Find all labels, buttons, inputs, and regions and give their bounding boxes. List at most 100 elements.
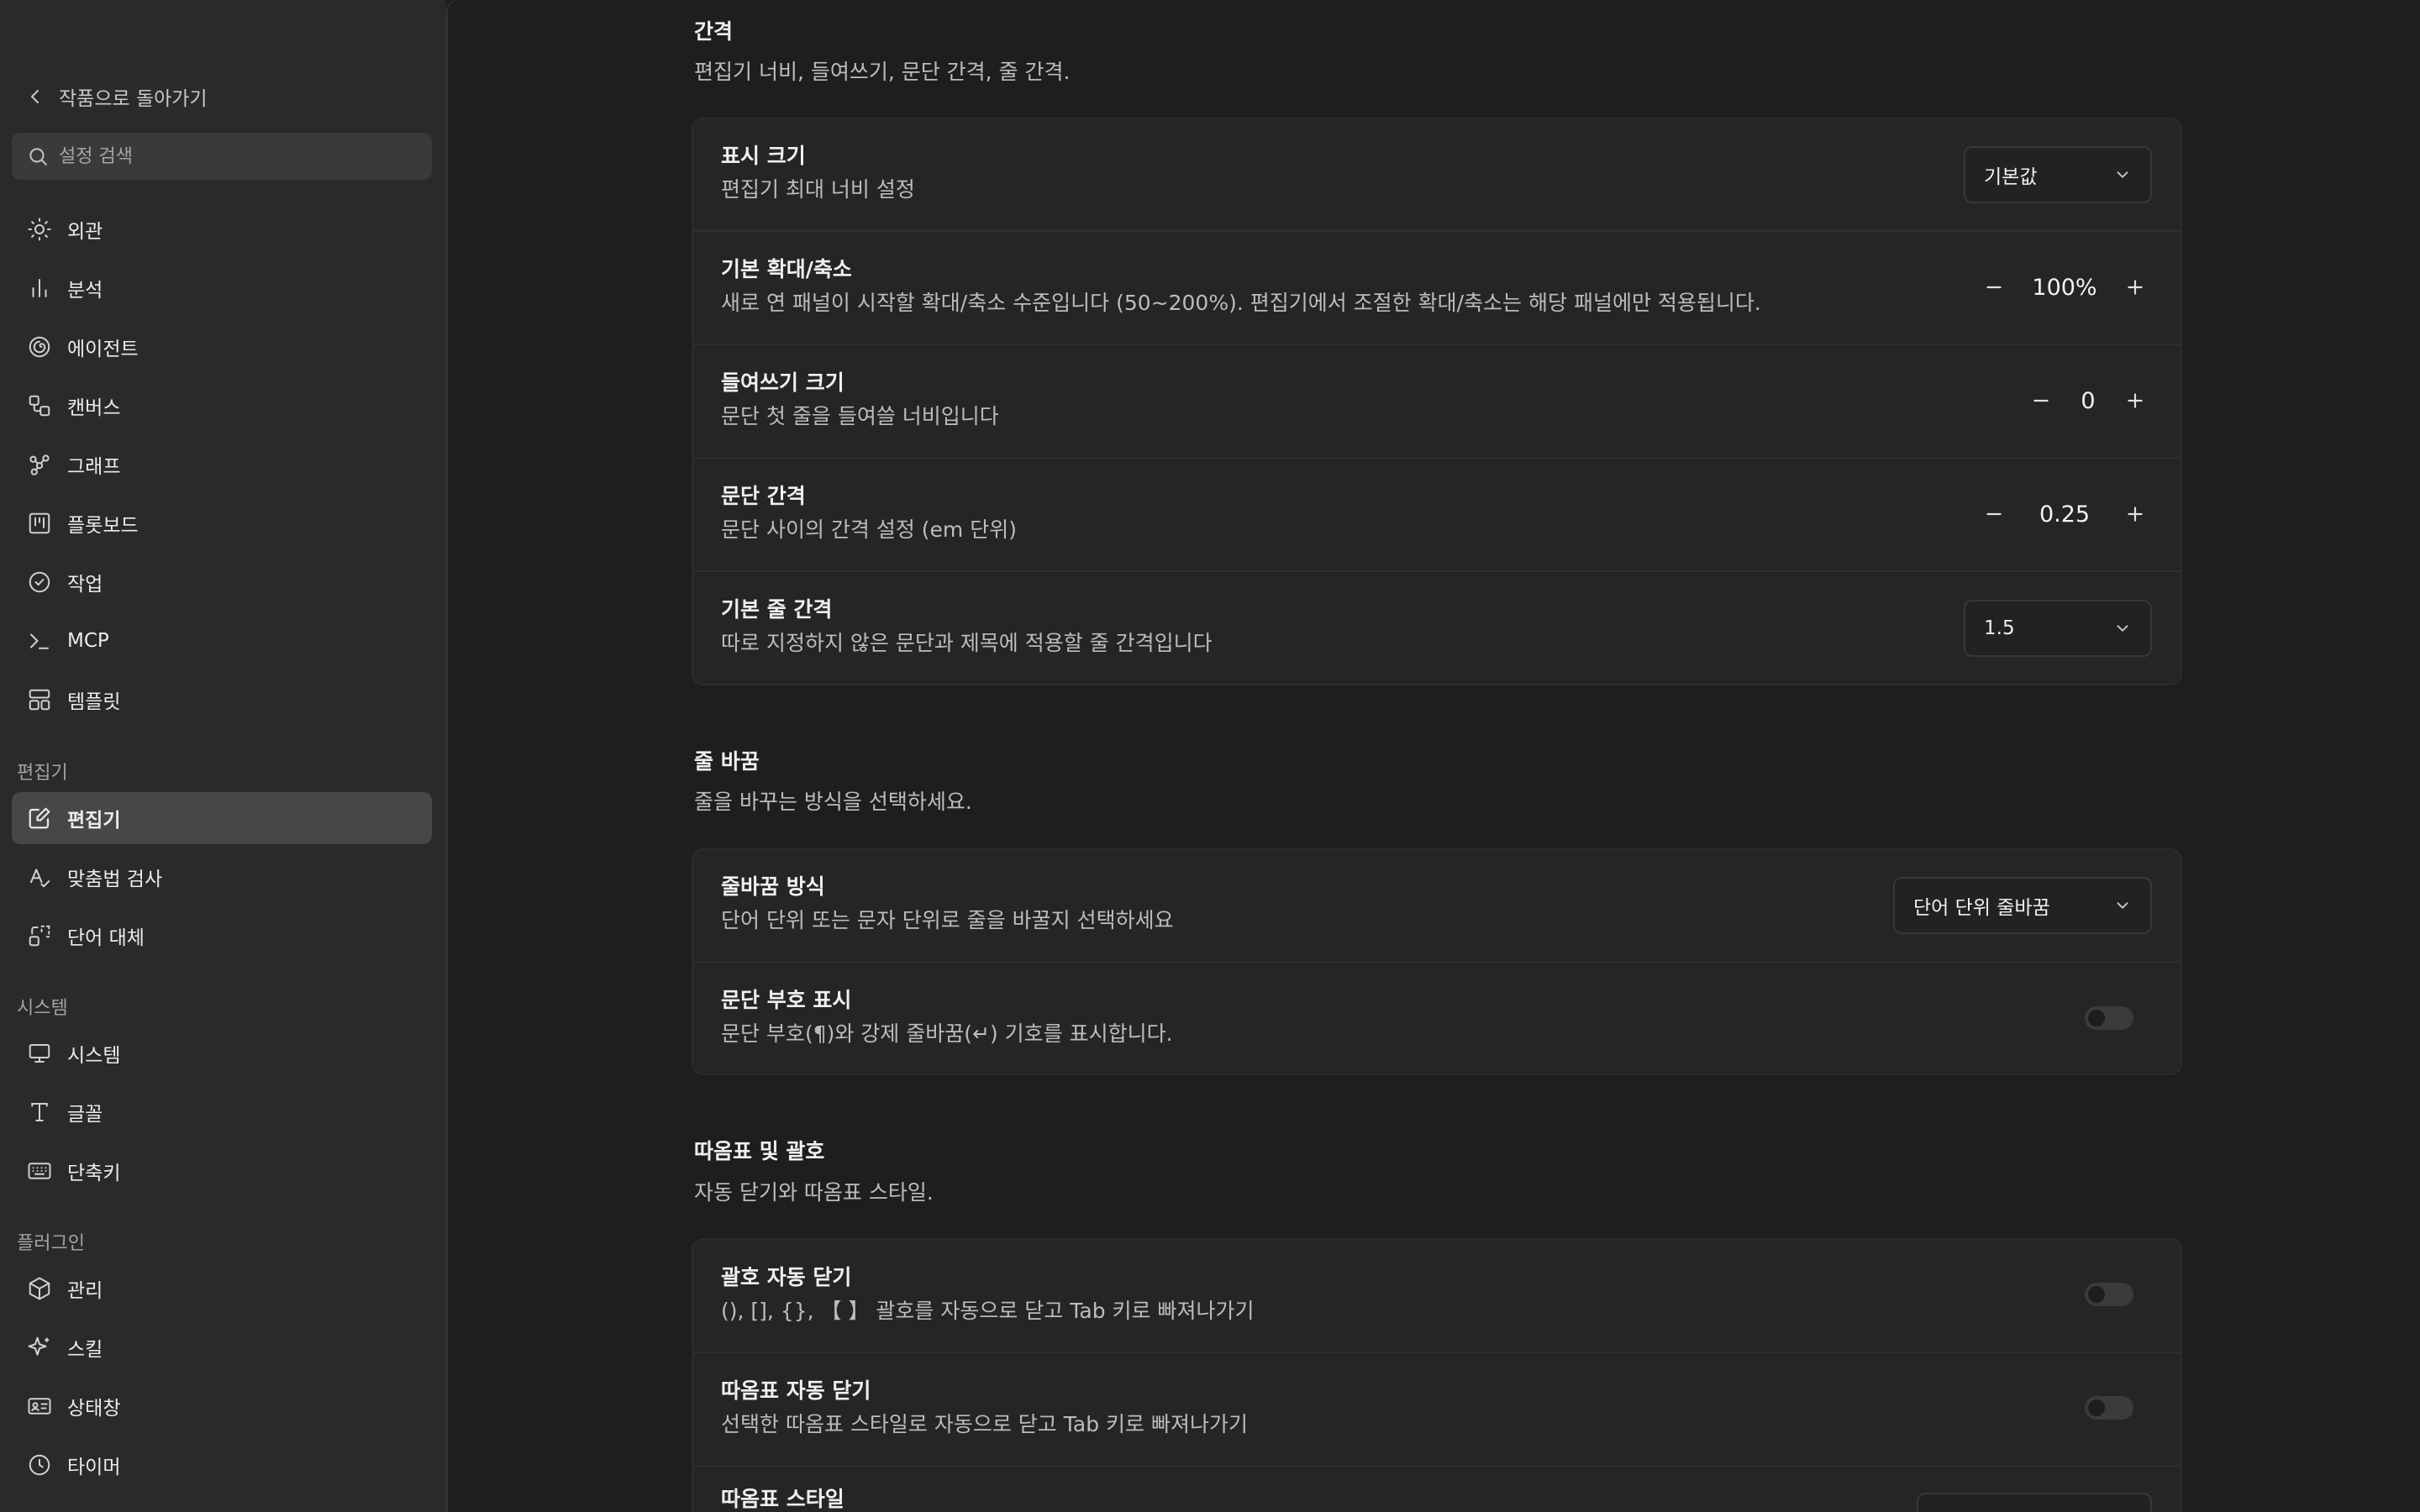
setting-desc: 새로 연 패널이 시작할 확대/축소 수준입니다 (50~200%). 편집기에… [721, 291, 1761, 315]
spiral-icon [29, 336, 50, 358]
graph-icon [29, 454, 50, 475]
back-link-label: 작품으로 돌아가기 [59, 88, 208, 110]
chevron-left-icon [31, 90, 39, 103]
setting-title: 문단 부호 표시 [721, 988, 852, 1012]
setting-title: 기본 확대/축소 [721, 257, 852, 281]
setting-row-quote-close: 따옴표 자동 닫기 선택한 따옴표 스타일로 자동으로 닫고 Tab 키로 빠져… [692, 1352, 2182, 1465]
sidebar-item-shortcuts[interactable]: 단축키 [12, 1145, 432, 1197]
sidebar-item-word-replace[interactable]: 단어 대체 [12, 910, 432, 962]
increment-button[interactable] [2118, 270, 2152, 304]
sidebar-item-skills[interactable]: 스킬 [12, 1321, 432, 1373]
indent-stepper: 0 [2024, 375, 2152, 426]
sidebar-item-timer[interactable]: 타이머 [12, 1439, 432, 1491]
sidebar-item-graph[interactable]: 그래프 [12, 438, 432, 491]
sidebar-item-label: 단축키 [67, 1163, 121, 1184]
minus-icon [2033, 399, 2049, 402]
setting-desc: 따로 지정하지 않은 문단과 제목에 적용할 줄 간격입니다 [721, 631, 1213, 655]
paragraph-spacing-stepper: 0.25 [1977, 489, 2152, 539]
sidebar-item-label: 글꼴 [67, 1104, 103, 1126]
sidebar-item-fonts[interactable]: 글꼴 [12, 1086, 432, 1138]
package-icon [29, 1277, 50, 1300]
sidebar-item-appearance[interactable]: 외관 [12, 203, 432, 255]
type-icon [31, 1103, 48, 1121]
display-size-select[interactable]: 기본값 [1964, 146, 2152, 203]
setting-row-paragraph-marks: 문단 부호 표시 문단 부호(¶)와 강제 줄바꿈(↵) 기호를 표시합니다. [692, 962, 2182, 1074]
decrement-button[interactable] [1977, 497, 2011, 531]
canvas-icon [29, 395, 50, 417]
bar-chart-icon [32, 279, 47, 297]
select-value: 1.5 [1984, 617, 2015, 639]
sidebar-item-label: 스킬 [67, 1339, 103, 1361]
quote-style-select[interactable] [1917, 1493, 2152, 1512]
sidebar-item-label: 분석 [67, 280, 103, 302]
sidebar-item-label: 플롯보드 [67, 515, 139, 537]
quote-close-toggle[interactable] [2085, 1396, 2133, 1420]
sidebar-item-label: 에이전트 [67, 339, 139, 360]
setting-desc: 문단 부호(¶)와 강제 줄바꿈(↵) 기호를 표시합니다. [721, 1021, 1173, 1046]
increment-button[interactable] [2118, 497, 2152, 531]
sparkles-icon [28, 1336, 50, 1356]
select-value: 기본값 [1984, 166, 2038, 188]
sidebar-item-spellcheck[interactable]: 맞춤법 검사 [12, 851, 432, 903]
sidebar-item-analytics[interactable]: 분석 [12, 262, 432, 314]
sidebar-item-canvas[interactable]: 캔버스 [12, 380, 432, 432]
sidebar-item-label: 단어 대체 [67, 927, 145, 949]
bracket-close-toggle[interactable] [2085, 1283, 2133, 1306]
decrement-button[interactable] [2024, 384, 2058, 417]
indent-value: 0 [2081, 387, 2096, 414]
keyboard-icon [28, 1163, 51, 1179]
sidebar-item-plotboard[interactable]: 플롯보드 [12, 497, 432, 549]
setting-desc: 편집기 최대 너비 설정 [721, 177, 915, 202]
group-label-editor: 편집기 [17, 763, 68, 784]
group-label-plugins: 플러그인 [17, 1233, 85, 1254]
sidebar-item-tasks[interactable]: 작업 [12, 556, 432, 608]
minus-icon [1986, 512, 2002, 516]
kanban-icon [29, 512, 50, 534]
setting-desc: 문단 첫 줄을 들여쓸 너비입니다 [721, 404, 999, 428]
chevron-down-icon [2117, 171, 2128, 178]
wrap-mode-select[interactable]: 단어 단위 줄바꿈 [1893, 877, 2152, 934]
settings-search[interactable] [12, 133, 432, 180]
setting-desc: 단어 단위 또는 문자 단위로 줄을 바꿀지 선택하세요 [721, 908, 1174, 932]
sidebar-item-label: 맞춤법 검사 [67, 869, 163, 890]
sidebar-item-editor[interactable]: 편집기 [12, 792, 432, 844]
setting-row-wrap-mode: 줄바꿈 방식 단어 단위 또는 문자 단위로 줄을 바꿀지 선택하세요 단어 단… [692, 848, 2182, 961]
layout-icon [29, 689, 50, 711]
setting-title: 표시 크기 [721, 144, 806, 168]
sidebar-item-manage[interactable]: 관리 [12, 1263, 432, 1315]
back-to-works-link[interactable]: 작품으로 돌아가기 [25, 82, 208, 111]
section-desc-quotes: 자동 닫기와 따옴표 스타일. [694, 1180, 934, 1205]
sidebar-item-mcp[interactable]: MCP [12, 615, 432, 667]
sidebar-item-label: 템플릿 [67, 691, 121, 713]
sidebar-item-templates[interactable]: 템플릿 [12, 674, 432, 726]
paragraph-spacing-value: 0.25 [2039, 501, 2091, 528]
setting-title: 따옴표 스타일 [721, 1487, 844, 1511]
setting-title: 줄바꿈 방식 [721, 874, 825, 899]
chevron-down-icon [2117, 902, 2128, 909]
decrement-button[interactable] [1977, 270, 2011, 304]
plus-icon [2128, 280, 2143, 295]
setting-title: 들여쓰기 크기 [721, 370, 844, 395]
paragraph-marks-toggle[interactable] [2085, 1006, 2133, 1030]
spellcheck-icon [30, 869, 50, 888]
check-circle-icon [29, 571, 50, 593]
sidebar-item-label: MCP [67, 630, 109, 652]
search-input[interactable] [59, 145, 412, 167]
increment-button[interactable] [2118, 384, 2152, 417]
sidebar-item-statusbar[interactable]: 상태창 [12, 1380, 432, 1432]
terminal-icon [30, 633, 49, 649]
sidebar-item-label: 타이머 [67, 1457, 121, 1478]
setting-row-zoom: 기본 확대/축소 새로 연 패널이 시작할 확대/축소 수준입니다 (50~20… [692, 231, 2182, 344]
line-height-select[interactable]: 1.5 [1964, 600, 2152, 657]
setting-title: 따옴표 자동 닫기 [721, 1378, 871, 1403]
sidebar-item-agent[interactable]: 에이전트 [12, 321, 432, 373]
replace-icon [29, 925, 50, 947]
settings-main-panel: 간격 편집기 너비, 들여쓰기, 문단 간격, 줄 간격. 표시 크기 편집기 … [445, 0, 2420, 1512]
minus-icon [1986, 286, 2002, 289]
section-title-wrap: 줄 바꿈 [694, 749, 760, 774]
sidebar-item-system[interactable]: 시스템 [12, 1027, 432, 1079]
sidebar-item-label: 외관 [67, 221, 103, 243]
select-value: 단어 단위 줄바꿈 [1913, 897, 2050, 919]
chevron-down-icon [2117, 625, 2128, 632]
section-title-quotes: 따옴표 및 괄호 [694, 1139, 825, 1163]
